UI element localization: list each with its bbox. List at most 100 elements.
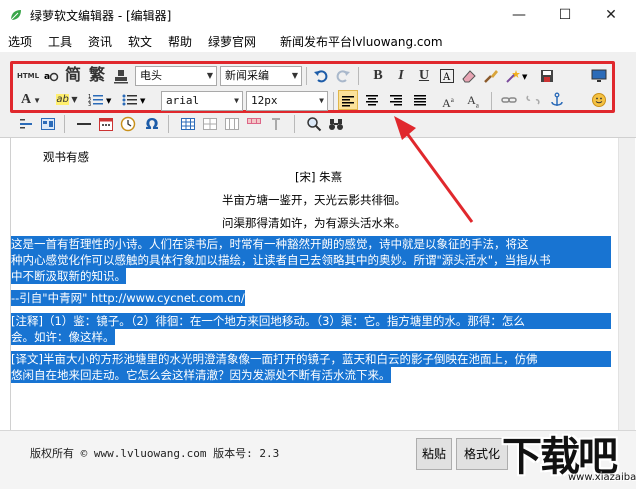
style-select-value: 电头 [140, 69, 162, 82]
watermark-url: www.xiazaiba.com [568, 472, 636, 483]
svg-text:A: A [442, 72, 451, 83]
stamp-icon[interactable] [111, 66, 131, 86]
svg-text:▼: ▼ [522, 73, 528, 81]
selected-paragraph-line: 中不断汲取新的知识。 [11, 268, 126, 284]
undo-icon[interactable] [311, 66, 331, 86]
minimize-button[interactable]: — [496, 0, 542, 30]
date-calendar-icon[interactable] [96, 114, 116, 134]
align-left-icon[interactable] [338, 90, 358, 110]
special-char-omega-icon[interactable]: Ω [142, 114, 162, 134]
emoticon-icon[interactable] [589, 90, 609, 110]
editor-content-area[interactable]: 观书有感 [宋] 朱熹 半亩方塘一鉴开，天光云影共徘徊。 问渠那得清如许，为有源… [10, 138, 618, 430]
highlight-color-button[interactable]: ab ▼ [51, 90, 83, 110]
selected-paragraph-line: 种内心感觉化作可以感触的具体行象加以描绘，让读者自己去领略其中的奥妙。所谓"源头… [11, 252, 611, 268]
link-icon[interactable] [499, 90, 519, 110]
menu-publish-platform[interactable]: 新闻发布平台lvluowang.com [280, 33, 443, 50]
binoculars-icon[interactable] [326, 114, 346, 134]
svg-text:3: 3 [88, 102, 91, 108]
font-color-label: A [20, 92, 32, 107]
menu-official-site[interactable]: 绿萝官网 [208, 33, 256, 50]
highlight-label: ab [56, 94, 69, 105]
poem-line-2: 问渠那得清如许，为有源头活水来。 [222, 216, 406, 230]
style-select[interactable]: 电头 ▼ [135, 66, 217, 86]
poem-line-1: 半亩方塘一鉴开，天光云影共徘徊。 [222, 193, 406, 207]
superscript-label: A [442, 96, 451, 110]
insert-hr-layout-icon[interactable] [16, 114, 36, 134]
subscript-button[interactable]: Aa [463, 90, 483, 110]
maximize-button[interactable]: ☐ [542, 0, 588, 30]
svg-text:▼: ▼ [106, 97, 112, 105]
selected-note-line: 会。如许：像这样。 [11, 329, 115, 345]
table-merge-icon[interactable] [266, 114, 286, 134]
copyright-text: 版权所有 © www.lvluowang.com 版本号: 2.3 [30, 447, 280, 460]
menu-articles[interactable]: 软文 [128, 33, 152, 50]
toolbar-separator [333, 92, 334, 110]
font-family-value: arial [166, 94, 200, 107]
chevron-down-icon: ▼ [68, 95, 78, 104]
align-center-icon[interactable] [362, 90, 382, 110]
selected-source-line: --引自"中青网" http://www.cycnet.com.cn/ [11, 290, 245, 306]
simplified-chinese-button[interactable]: 简 [63, 65, 83, 85]
table-insert-row-icon[interactable] [200, 114, 220, 134]
template-select-value: 新闻采编 [225, 69, 269, 82]
selected-translation-line: [译文]半亩大小的方形池塘里的水光明澄清象像一面打开的镜子，蓝天和白云的影子倒映… [11, 351, 611, 367]
font-size-select[interactable]: 12px ▼ [246, 91, 328, 111]
font-size-value: 12px [251, 94, 278, 107]
table-insert-col-icon[interactable] [222, 114, 242, 134]
superscript-mark: a [450, 96, 454, 104]
save-disk-icon[interactable] [537, 66, 557, 86]
toolbar-area: HTML a 简 繁 电头 ▼ 新闻采编 ▼ B I U A ▼ A ▼ ab … [0, 52, 636, 138]
insert-table-icon[interactable] [178, 114, 198, 134]
selected-paragraph-line: 这是一首有哲理性的小诗。人们在读书后，时常有一种豁然开朗的感觉，诗中就是以象征的… [11, 236, 611, 252]
html-source-button[interactable]: HTML [15, 66, 41, 86]
unordered-list-icon[interactable]: ▼ [121, 90, 149, 110]
eraser-icon[interactable] [459, 66, 479, 86]
unlink-icon[interactable] [523, 90, 543, 110]
superscript-button[interactable]: Aa [438, 90, 458, 110]
site-watermark: 下载吧 www.xiazaiba.com [488, 424, 636, 489]
ordered-list-icon[interactable]: 1 2 3 ▼ [87, 90, 115, 110]
insert-image-icon[interactable] [38, 114, 58, 134]
doc-heading: 观书有感 [43, 150, 89, 164]
font-color-button[interactable]: A ▼ [15, 90, 47, 110]
template-select[interactable]: 新闻采编 ▼ [220, 66, 302, 86]
menu-help[interactable]: 帮助 [168, 33, 192, 50]
menu-bar: 选项 工具 资讯 软文 帮助 绿萝官网 新闻发布平台lvluowang.com [0, 30, 636, 52]
align-right-icon[interactable] [386, 90, 406, 110]
chevron-down-icon: ▼ [31, 96, 42, 105]
toolbar-separator [168, 115, 169, 133]
doc-author: [宋] 朱熹 [295, 170, 343, 184]
magic-wand-icon[interactable]: ▼ [503, 66, 531, 86]
toolbar-separator [491, 92, 492, 110]
table-delete-icon[interactable] [244, 114, 264, 134]
font-family-select[interactable]: arial ▼ [161, 91, 243, 111]
subscript-mark: a [475, 101, 479, 110]
monitor-preview-icon[interactable] [589, 66, 609, 86]
traditional-chinese-button[interactable]: 繁 [87, 65, 107, 85]
find-magnifier-icon[interactable] [304, 114, 324, 134]
paste-button[interactable]: 粘贴 [416, 438, 452, 470]
vertical-scrollbar[interactable] [618, 138, 635, 430]
underline-button[interactable]: U [414, 66, 434, 86]
horizontal-rule-icon[interactable] [74, 114, 94, 134]
spellcheck-icon[interactable]: a [41, 66, 61, 86]
redo-icon[interactable] [333, 66, 353, 86]
close-button[interactable]: ✕ [588, 0, 634, 30]
bold-button[interactable]: B [368, 66, 388, 86]
selected-translation-line: 悠闲自在地来回走动。它怎么会这样清澈？因为发源处不断有活水流下来。 [11, 367, 391, 383]
subscript-label: A [467, 93, 476, 107]
menu-options[interactable]: 选项 [8, 33, 32, 50]
time-clock-icon[interactable] [118, 114, 138, 134]
menu-tools[interactable]: 工具 [48, 33, 72, 50]
title-bar: 绿萝软文编辑器 - [编辑器] — ☐ ✕ [0, 0, 636, 30]
align-justify-icon[interactable] [410, 90, 430, 110]
anchor-icon[interactable] [547, 90, 567, 110]
format-brush-icon[interactable] [481, 66, 501, 86]
chevron-down-icon: ▼ [291, 71, 298, 80]
menu-news[interactable]: 资讯 [88, 33, 112, 50]
font-box-icon[interactable]: A [437, 66, 457, 86]
annotation-arrow-icon [394, 116, 474, 223]
window-title: 绿萝软文编辑器 - [编辑器] [30, 9, 172, 23]
italic-button[interactable]: I [391, 66, 411, 86]
svg-text:▼: ▼ [140, 97, 146, 105]
